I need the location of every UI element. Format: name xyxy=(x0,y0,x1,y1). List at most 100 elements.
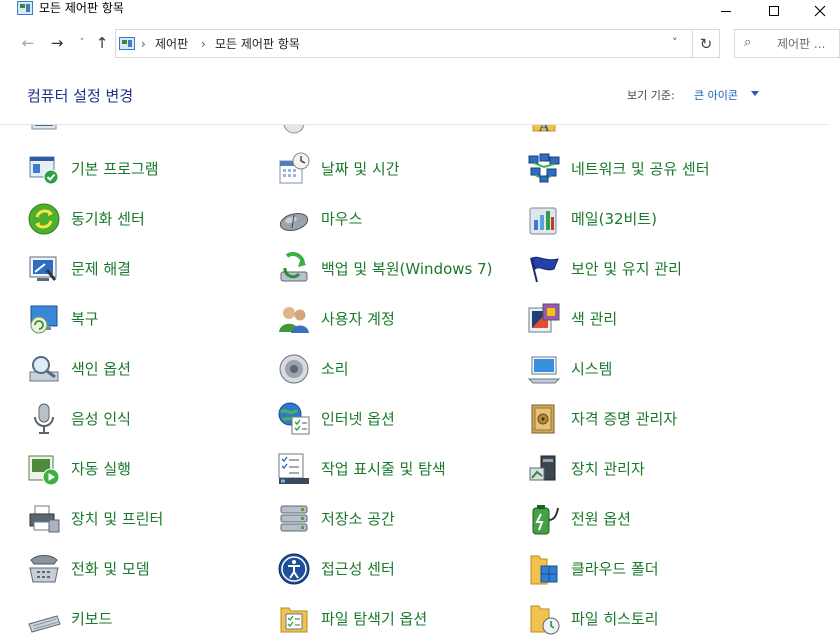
list-item[interactable]: 백업 및 복원(Windows 7) xyxy=(277,250,517,288)
item-label: 기본 프로그램 xyxy=(71,160,159,178)
search-input[interactable]: ⌕ 제어판 ... xyxy=(734,29,840,58)
address-bar[interactable]: › 제어판 › 모든 제어판 항목 ˅ xyxy=(115,29,693,58)
list-item[interactable]: 기본 프로그램 xyxy=(27,150,267,188)
list-item[interactable]: 소리 xyxy=(277,350,517,388)
refresh-button[interactable]: ↻ xyxy=(693,29,720,58)
window-title: 모든 제어판 항목 xyxy=(39,1,124,15)
keyboard-icon xyxy=(27,602,61,636)
control-panel-items: A 기본 프로그램 날짜 및 시간 네트워크 및 공유 센터 동기화 센터 마우… xyxy=(0,125,840,637)
list-item[interactable]: 전원 옵션 xyxy=(527,500,767,538)
item-label: 파일 히스토리 xyxy=(571,610,659,628)
list-item[interactable]: 작업 표시줄 및 탐색 xyxy=(277,450,517,488)
recent-locations-button[interactable]: ˅ xyxy=(71,32,93,54)
search-icon: ⌕ xyxy=(744,35,752,50)
item-label: 마우스 xyxy=(321,210,363,228)
list-item[interactable]: 키보드 xyxy=(27,600,267,637)
list-item[interactable]: 전화 및 모뎀 xyxy=(27,550,267,588)
item-label: 복구 xyxy=(71,310,99,328)
view-by-label: 보기 기준: xyxy=(627,89,675,102)
list-item[interactable]: 마우스 xyxy=(277,200,517,238)
item-label: 네트워크 및 공유 센터 xyxy=(571,160,710,178)
battery-icon xyxy=(527,502,561,536)
default-programs-icon xyxy=(27,152,61,186)
view-by-dropdown[interactable]: 큰 아이콘 xyxy=(694,89,738,103)
troubleshoot-icon xyxy=(27,252,61,286)
flag-icon xyxy=(527,252,561,286)
list-item[interactable]: 장치 및 프린터 xyxy=(27,500,267,538)
list-item[interactable]: 메일(32비트) xyxy=(527,200,767,238)
list-item[interactable]: 색 관리 xyxy=(527,300,767,338)
indexing-icon xyxy=(27,352,61,386)
forward-button[interactable]: → xyxy=(46,32,68,54)
list-item[interactable]: 사용자 계정 xyxy=(277,300,517,338)
item-label: 날짜 및 시간 xyxy=(321,160,400,178)
maximize-button[interactable] xyxy=(751,0,797,22)
item-label: 색인 옵션 xyxy=(71,360,131,378)
list-item[interactable]: 보안 및 유지 관리 xyxy=(527,250,767,288)
refresh-icon: ↻ xyxy=(699,34,713,53)
up-button[interactable]: ↑ xyxy=(91,32,113,54)
item-label: 장치 및 프린터 xyxy=(71,510,164,528)
breadcrumb-control-panel[interactable]: 제어판 xyxy=(155,36,188,52)
list-item[interactable]: 장치 관리자 xyxy=(527,450,767,488)
item-label: 전원 옵션 xyxy=(571,510,631,528)
close-button[interactable] xyxy=(797,0,840,22)
list-item[interactable]: 파일 히스토리 xyxy=(527,600,767,637)
calendar-clock-icon xyxy=(277,152,311,186)
breadcrumb-all-items[interactable]: 모든 제어판 항목 xyxy=(215,36,300,52)
ease-of-access-icon xyxy=(277,552,311,586)
item-label: 메일(32비트) xyxy=(571,210,657,228)
control-panel-icon xyxy=(17,1,33,15)
list-item[interactable]: 네트워크 및 공유 센터 xyxy=(527,150,767,188)
list-item[interactable]: 날짜 및 시간 xyxy=(277,150,517,188)
list-item[interactable]: 접근성 센터 xyxy=(277,550,517,588)
network-icon xyxy=(527,152,561,186)
internet-options-icon xyxy=(277,402,311,436)
item-label: 파일 탐색기 옵션 xyxy=(321,610,428,628)
arrow-right-icon: → xyxy=(50,34,64,52)
list-item[interactable]: 문제 해결 xyxy=(27,250,267,288)
partial-item-icon xyxy=(27,125,61,135)
list-item[interactable]: 음성 인식 xyxy=(27,400,267,438)
list-item[interactable]: 자동 실행 xyxy=(27,450,267,488)
item-label: 백업 및 복원(Windows 7) xyxy=(321,260,493,278)
list-item[interactable]: 동기화 센터 xyxy=(27,200,267,238)
list-item[interactable]: 인터넷 옵션 xyxy=(277,400,517,438)
recovery-icon xyxy=(27,302,61,336)
list-item[interactable] xyxy=(27,125,267,137)
item-label: 인터넷 옵션 xyxy=(321,410,395,428)
credential-vault-icon xyxy=(527,402,561,436)
phone-modem-icon xyxy=(27,552,61,586)
page-title: 컴퓨터 설정 변경 xyxy=(27,87,134,105)
chevron-down-icon[interactable] xyxy=(751,91,759,96)
list-item[interactable]: 색인 옵션 xyxy=(27,350,267,388)
item-label: 접근성 센터 xyxy=(321,560,395,578)
list-item[interactable] xyxy=(277,125,517,137)
list-item[interactable]: 클라우드 폴더 xyxy=(527,550,767,588)
system-icon xyxy=(527,352,561,386)
breadcrumb-separator: › xyxy=(201,37,206,51)
list-item[interactable]: A xyxy=(527,125,767,137)
item-label: 전화 및 모뎀 xyxy=(71,560,150,578)
partial-item-icon xyxy=(277,125,311,135)
speaker-icon xyxy=(277,352,311,386)
item-label: 보안 및 유지 관리 xyxy=(571,260,682,278)
minimize-icon xyxy=(721,10,731,12)
minimize-button[interactable] xyxy=(703,0,749,22)
sync-icon xyxy=(27,202,61,236)
list-item[interactable]: 시스템 xyxy=(527,350,767,388)
list-item[interactable]: 저장소 공간 xyxy=(277,500,517,538)
arrow-up-icon: ↑ xyxy=(95,34,109,52)
list-item[interactable]: 자격 증명 관리자 xyxy=(527,400,767,438)
back-button[interactable]: ← xyxy=(17,32,39,54)
address-dropdown-icon[interactable]: ˅ xyxy=(672,36,678,49)
item-label: 클라우드 폴더 xyxy=(571,560,659,578)
item-label: 작업 표시줄 및 탐색 xyxy=(321,460,446,478)
file-history-icon xyxy=(527,602,561,636)
maximize-icon xyxy=(769,6,779,16)
control-panel-icon xyxy=(119,37,135,50)
list-item[interactable]: 파일 탐색기 옵션 xyxy=(277,600,517,637)
mouse-icon xyxy=(277,202,311,236)
list-item[interactable]: 복구 xyxy=(27,300,267,338)
cloud-folder-icon xyxy=(527,552,561,586)
